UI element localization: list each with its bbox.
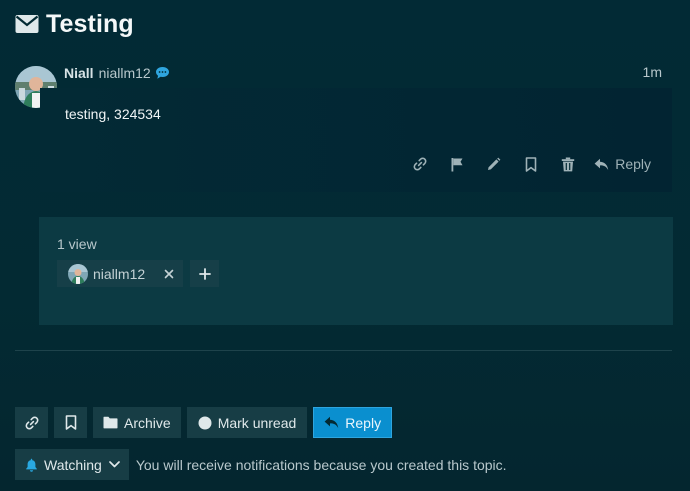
post-reply-button[interactable]: Reply [586, 150, 662, 178]
author-fullname[interactable]: Niall [64, 65, 94, 81]
author-username[interactable]: niallm12 [99, 65, 151, 81]
edit-button[interactable] [475, 150, 512, 178]
notification-level-label: Watching [44, 456, 102, 473]
post-content: testing, 324534 [65, 106, 161, 122]
topic-reply-label: Reply [345, 414, 382, 431]
notifications-row: Watching You will receive notifications … [15, 449, 507, 480]
bell-icon [25, 458, 38, 472]
trash-icon [561, 157, 575, 172]
circle-icon [198, 416, 212, 430]
page-title: Testing [46, 9, 134, 38]
topic-title-row: Testing [15, 8, 134, 40]
close-icon [164, 269, 174, 279]
topic-reply-button[interactable]: Reply [313, 407, 393, 438]
folder-icon [103, 416, 118, 429]
link-icon [24, 415, 40, 431]
delete-button[interactable] [549, 150, 586, 178]
envelope-icon [15, 12, 39, 36]
reply-icon [324, 416, 339, 429]
mark-unread-label: Mark unread [217, 414, 297, 431]
chat-bubble-icon[interactable] [155, 66, 170, 81]
share-link-button[interactable] [15, 407, 48, 438]
post-date[interactable]: 1m [643, 64, 662, 80]
topic-footer-buttons: Archive Mark unread Reply [15, 407, 398, 438]
notification-level-dropdown[interactable]: Watching [15, 449, 129, 480]
add-viewer-button[interactable] [190, 260, 219, 287]
topic-bookmark-button[interactable] [54, 407, 87, 438]
post-reply-label: Reply [615, 156, 651, 172]
remove-viewer-button[interactable] [159, 264, 179, 284]
divider [15, 350, 672, 351]
archive-button[interactable]: Archive [93, 407, 181, 438]
flag-icon [450, 157, 464, 172]
notification-reason: You will receive notifications because y… [135, 456, 507, 473]
viewer-username: niallm12 [93, 265, 146, 282]
post-actions: Reply [401, 150, 662, 178]
viewer-chip[interactable]: niallm12 [57, 260, 183, 287]
plus-icon [198, 267, 211, 280]
viewer-avatar [68, 263, 88, 284]
link-icon [412, 156, 428, 172]
archive-label: Archive [124, 414, 171, 431]
bookmark-icon [525, 156, 537, 172]
post-author: Niall niallm12 [64, 64, 170, 82]
chevron-down-icon [108, 461, 120, 468]
bookmark-icon [65, 415, 77, 430]
mark-unread-button[interactable]: Mark unread [186, 407, 308, 438]
copy-link-button[interactable] [401, 150, 438, 178]
views-count: 1 view [57, 236, 97, 252]
flag-button[interactable] [438, 150, 475, 178]
bookmark-button[interactable] [512, 150, 549, 178]
reply-icon [594, 158, 609, 171]
pencil-icon [486, 157, 501, 172]
